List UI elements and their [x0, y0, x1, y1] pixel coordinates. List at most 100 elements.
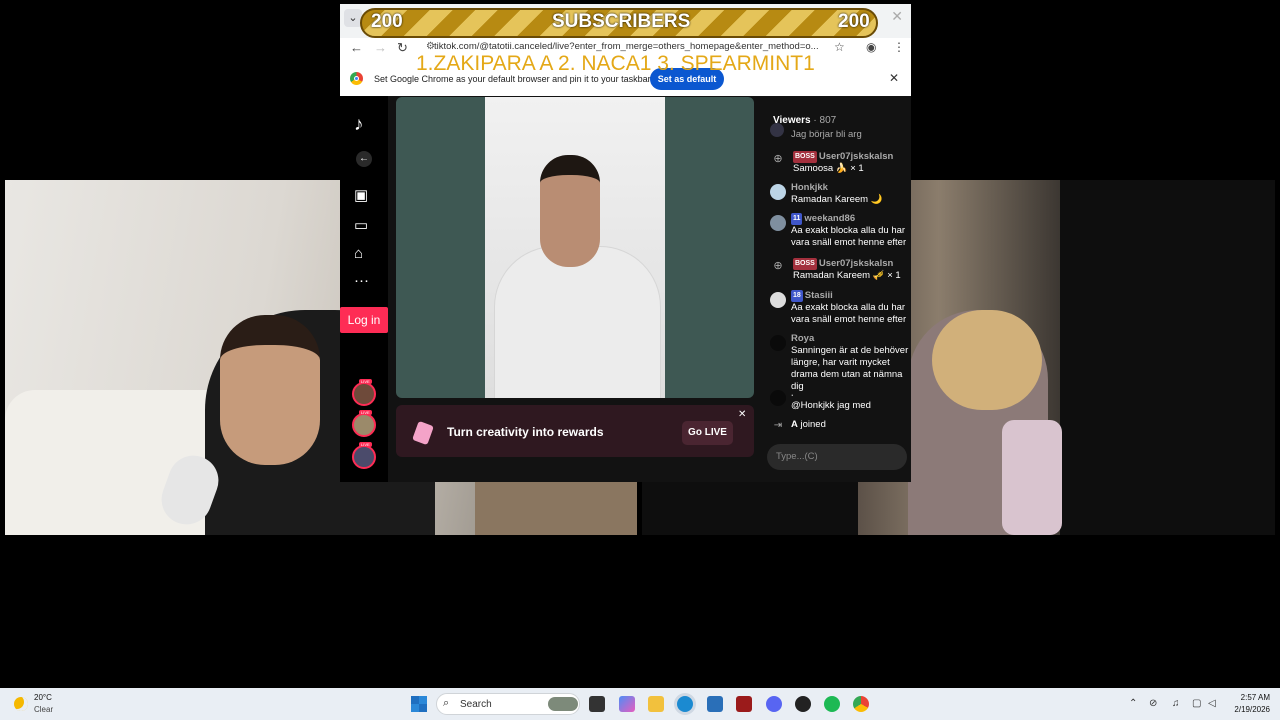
live-avatar[interactable]: LIVE	[352, 410, 376, 437]
live-video[interactable]	[396, 97, 754, 398]
avatar[interactable]	[770, 292, 786, 308]
joined-icon: ⇥	[773, 420, 783, 431]
clock-date[interactable]: 2/19/2026	[1224, 705, 1270, 714]
edge-icon[interactable]	[677, 696, 693, 712]
copilot-icon[interactable]	[619, 696, 635, 712]
chat-message: ⊕ BOSS User07jskskalsn Samoosa 🍌 × 1	[770, 151, 911, 179]
store-icon[interactable]	[707, 696, 723, 712]
login-button[interactable]: Log in	[340, 307, 388, 333]
level-badge: 18	[791, 290, 803, 302]
avatar[interactable]	[770, 184, 786, 200]
chat-text: Jag börjar bli arg	[791, 129, 862, 140]
more-icon[interactable]: ···	[354, 272, 369, 289]
chat-username[interactable]: Stasiii	[805, 290, 833, 301]
file-explorer-icon[interactable]	[648, 696, 664, 712]
host-face	[540, 155, 600, 267]
chrome-icon[interactable]	[853, 696, 869, 712]
chat-message: . @Honkjkk jag med	[770, 388, 911, 416]
chat-message: Honkjkk Ramadan Kareem 🌙	[770, 182, 911, 210]
menu-dots-icon[interactable]: ⋮	[893, 40, 905, 54]
host-body	[495, 247, 660, 398]
chat-text: Samoosa 🍌 × 1	[793, 163, 864, 174]
display-icon[interactable]: ▢	[1192, 698, 1201, 709]
boss-badge: BOSS	[793, 258, 817, 270]
chat-message: 18 Stasiii Aa exakt blocka alla du har va…	[770, 290, 911, 330]
live-feed-icon[interactable]: ▣	[354, 186, 368, 204]
go-live-button[interactable]: Go LIVE	[682, 421, 733, 445]
chrome-logo-icon	[350, 72, 363, 85]
network-icon[interactable]: ⊘	[1149, 698, 1157, 709]
chat-text: Ramadan Kareem 🎺 × 1	[793, 270, 901, 281]
sub-goal-title: SUBSCRIBERS	[552, 11, 691, 32]
streamer-head	[220, 315, 320, 465]
video-camera-icon[interactable]: ▭	[354, 216, 368, 234]
discord-icon[interactable]	[766, 696, 782, 712]
chat-username[interactable]: User07jskskalsn	[819, 151, 893, 162]
chat-message: 11 weekand86 Aa exakt blocka alla du har …	[770, 213, 911, 253]
live-avatar[interactable]: LIVE	[352, 442, 376, 469]
promo-close-icon[interactable]: ✕	[738, 409, 746, 420]
clock-time[interactable]: 2:57 AM	[1230, 693, 1270, 702]
live-badge: LIVE	[359, 379, 372, 384]
chat-text: @Honkjkk jag med	[791, 400, 871, 411]
task-view-icon[interactable]	[589, 696, 605, 712]
desk	[475, 480, 637, 535]
adobe-icon[interactable]	[736, 696, 752, 712]
upload-icon[interactable]: ⌂	[354, 245, 363, 262]
moon-icon[interactable]	[14, 697, 28, 711]
chat-username[interactable]: User07jskskalsn	[819, 258, 893, 269]
chat-text: Sanningen är at de behöver längre, har v…	[791, 345, 909, 392]
avatar[interactable]	[770, 335, 786, 351]
chat-username[interactable]: A	[791, 419, 798, 430]
boss-badge: BOSS	[793, 151, 817, 163]
video-frame	[485, 97, 665, 398]
back-icon[interactable]: ←	[350, 40, 363, 55]
promo-text: Turn creativity into rewards	[447, 425, 604, 439]
temperature[interactable]: 20°C	[34, 693, 52, 702]
forward-icon[interactable]: →	[374, 40, 387, 55]
gift-icon: ⊕	[773, 260, 783, 272]
viewers-count: · 807	[813, 115, 837, 126]
search-icon: ⌕	[443, 697, 450, 709]
gift-icon: ⊕	[773, 153, 783, 165]
live-badge: LIVE	[359, 442, 372, 447]
reload-icon[interactable]: ↻	[397, 40, 408, 56]
chat-username[interactable]: .	[791, 388, 911, 400]
bookmark-star-icon[interactable]: ☆	[834, 40, 845, 54]
tiktok-logo-icon[interactable]: ♪	[354, 114, 364, 136]
spotify-icon[interactable]	[824, 696, 840, 712]
windows-start-icon[interactable]	[411, 696, 427, 712]
weather-condition[interactable]: Clear	[34, 705, 53, 714]
chat-username[interactable]: Honkjkk	[791, 182, 911, 194]
chat-message: ⇥ A joined	[770, 419, 911, 433]
show-hidden-icons-icon[interactable]: ⌃	[1129, 698, 1137, 709]
chat-text: joined	[800, 419, 826, 430]
microphone-icon[interactable]: ♫	[1172, 698, 1180, 709]
avatar[interactable]	[770, 390, 786, 406]
live-avatar[interactable]: LIVE	[352, 379, 376, 406]
sub-count-right: 200	[838, 11, 870, 32]
guest-head	[932, 310, 1042, 410]
sub-count-left: 200	[371, 11, 403, 32]
window-close-icon[interactable]: ✕	[891, 8, 903, 25]
infobar-close-icon[interactable]: ✕	[889, 71, 899, 85]
taskbar	[0, 688, 1280, 720]
chat-text: Aa exakt blocka alla du har vara snäll e…	[791, 302, 907, 325]
level-badge: 11	[791, 213, 803, 225]
search-highlight-icon	[548, 697, 578, 711]
top-supporters-list: 1.ZAKIPARA A 2. NACA1 3. SPEARMINT1	[416, 52, 815, 75]
volume-icon[interactable]: ◁	[1208, 698, 1216, 709]
pillow	[1002, 420, 1062, 535]
chat-message: Roya Sanningen är at de behöver längre, …	[770, 333, 911, 392]
profile-icon[interactable]: ◉	[866, 40, 876, 54]
live-badge: LIVE	[359, 410, 372, 415]
obs-icon[interactable]	[795, 696, 811, 712]
chat-username[interactable]: weekand86	[804, 213, 855, 224]
back-arrow-icon[interactable]: ←	[356, 151, 372, 167]
chat-text: Aa exakt blocka alla du har vara snäll e…	[791, 225, 907, 248]
chat-username[interactable]: Roya	[791, 333, 911, 345]
chat-input[interactable]: Type...(C)	[767, 444, 907, 470]
chat-message: ⊕ BOSS User07jskskalsn Ramadan Kareem 🎺 ×…	[770, 258, 911, 286]
avatar[interactable]	[770, 215, 786, 231]
viewers-header[interactable]: Viewers · 807	[773, 115, 836, 126]
